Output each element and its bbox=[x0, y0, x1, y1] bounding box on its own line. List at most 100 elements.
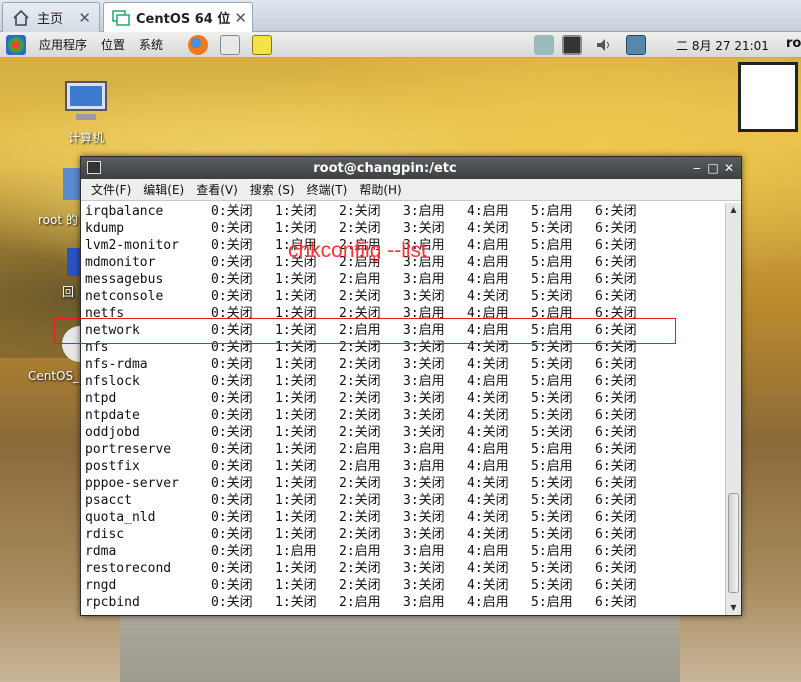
panel-clock[interactable]: 二 8月 27 21:01 bbox=[676, 37, 769, 54]
scroll-up-icon[interactable]: ▲ bbox=[726, 203, 741, 217]
runlevel-4: 4:关闭 bbox=[467, 493, 509, 508]
runlevel-4: 4:启用 bbox=[467, 595, 509, 610]
firefox-icon[interactable] bbox=[188, 34, 209, 55]
runlevel-0: 0:关闭 bbox=[211, 442, 253, 457]
runlevel-6: 6:关闭 bbox=[595, 510, 637, 525]
terminal-row: pppoe-server 0:关闭 1:关闭 2:关闭 3:关闭 4:关闭 5:关闭 6:关闭 bbox=[85, 475, 725, 492]
runlevel-2: 2:关闭 bbox=[339, 510, 381, 525]
runlevel-0: 0:关闭 bbox=[211, 527, 253, 542]
runlevel-3: 3:关闭 bbox=[403, 578, 445, 593]
service-name: psacct bbox=[85, 493, 132, 508]
runlevel-0: 0:关闭 bbox=[211, 578, 253, 593]
tab-vm-label: CentOS 64 位 bbox=[136, 12, 231, 27]
runlevel-5: 5:关闭 bbox=[531, 221, 573, 236]
runlevel-6: 6:关闭 bbox=[595, 425, 637, 440]
scrollbar-thumb[interactable] bbox=[728, 493, 739, 593]
close-icon[interactable]: ✕ bbox=[234, 9, 247, 27]
applications-menu-icon[interactable] bbox=[6, 34, 26, 55]
runlevel-2: 2:启用 bbox=[339, 595, 381, 610]
menu-terminal[interactable]: 终端(T) bbox=[301, 181, 354, 198]
runlevel-1: 1:关闭 bbox=[275, 493, 317, 508]
volume-icon[interactable] bbox=[594, 35, 614, 55]
runlevel-5: 5:启用 bbox=[531, 272, 573, 287]
runlevel-5: 5:关闭 bbox=[531, 510, 573, 525]
tab-centos-vm[interactable]: CentOS 64 位 ✕ bbox=[103, 2, 253, 32]
menu-edit[interactable]: 编辑(E) bbox=[137, 181, 190, 198]
terminal-row: irqbalance 0:关闭 1:关闭 2:关闭 3:启用 4:启用 5:启用 6:关闭 bbox=[85, 203, 725, 220]
notes-icon[interactable] bbox=[252, 34, 273, 55]
runlevel-1: 1:关闭 bbox=[275, 374, 317, 389]
scroll-down-icon[interactable]: ▼ bbox=[726, 601, 741, 615]
terminal-menubar: 文件(F) 编辑(E) 查看(V) 搜索 (S) 终端(T) 帮助(H) bbox=[81, 179, 741, 201]
terminal-row: portreserve 0:关闭 1:关闭 2:启用 3:启用 4:启用 5:启用 6:关闭 bbox=[85, 441, 725, 458]
runlevel-4: 4:关闭 bbox=[467, 425, 509, 440]
runlevel-6: 6:关闭 bbox=[595, 255, 637, 270]
desktop-icon-computer[interactable]: 计算机 bbox=[58, 80, 114, 146]
runlevel-6: 6:关闭 bbox=[595, 221, 637, 236]
network-status-icon[interactable] bbox=[626, 35, 646, 55]
menu-places[interactable]: 位置 bbox=[94, 36, 132, 53]
runlevel-1: 1:关闭 bbox=[275, 510, 317, 525]
panel-user[interactable]: ro bbox=[786, 36, 801, 51]
runlevel-5: 5:关闭 bbox=[531, 527, 573, 542]
menu-search[interactable]: 搜索 (S) bbox=[244, 181, 301, 198]
runlevel-0: 0:关闭 bbox=[211, 272, 253, 287]
runlevel-0: 0:关闭 bbox=[211, 221, 253, 236]
runlevel-4: 4:启用 bbox=[467, 238, 509, 253]
menu-file[interactable]: 文件(F) bbox=[85, 181, 137, 198]
runlevel-0: 0:关闭 bbox=[211, 374, 253, 389]
menu-system[interactable]: 系统 bbox=[132, 36, 170, 53]
close-icon[interactable]: ✕ bbox=[78, 9, 91, 27]
runlevel-0: 0:关闭 bbox=[211, 255, 253, 270]
runlevel-4: 4:启用 bbox=[467, 459, 509, 474]
menu-help[interactable]: 帮助(H) bbox=[353, 181, 407, 198]
terminal-scrollbar[interactable]: ▲ ▼ bbox=[725, 203, 741, 615]
terminal-output[interactable]: irqbalance 0:关闭 1:关闭 2:关闭 3:启用 4:启用 5:启用 6:关闭 kd… bbox=[81, 203, 725, 615]
runlevel-1: 1:关闭 bbox=[275, 221, 317, 236]
menu-applications[interactable]: 应用程序 bbox=[32, 36, 94, 53]
runlevel-6: 6:关闭 bbox=[595, 238, 637, 253]
close-button[interactable]: ✕ bbox=[721, 161, 737, 175]
desktop-icon-home[interactable]: root 的 bbox=[38, 164, 84, 228]
service-name: messagebus bbox=[85, 272, 164, 287]
service-name: nfs-rdma bbox=[85, 357, 148, 372]
service-name: irqbalance bbox=[85, 204, 164, 219]
tab-home[interactable]: 主页 ✕ bbox=[2, 2, 100, 32]
runlevel-6: 6:关闭 bbox=[595, 272, 637, 287]
runlevel-0: 0:关闭 bbox=[211, 476, 253, 491]
mail-icon[interactable] bbox=[220, 34, 241, 55]
menu-view[interactable]: 查看(V) bbox=[190, 181, 244, 198]
top-panel: 应用程序 位置 系统 二 8月 27 21:01 ro bbox=[0, 32, 801, 58]
service-name: kdump bbox=[85, 221, 125, 236]
vm-icon bbox=[112, 9, 130, 27]
runlevel-3: 3:关闭 bbox=[403, 425, 445, 440]
service-name: portreserve bbox=[85, 442, 172, 457]
runlevel-6: 6:关闭 bbox=[595, 204, 637, 219]
display-icon[interactable] bbox=[562, 35, 582, 55]
service-name: oddjobd bbox=[85, 425, 140, 440]
runlevel-5: 5:启用 bbox=[531, 255, 573, 270]
runlevel-5: 5:启用 bbox=[531, 204, 573, 219]
runlevel-6: 6:关闭 bbox=[595, 459, 637, 474]
runlevel-2: 2:关闭 bbox=[339, 374, 381, 389]
network-icon[interactable] bbox=[534, 35, 554, 55]
runlevel-0: 0:关闭 bbox=[211, 425, 253, 440]
runlevel-2: 2:关闭 bbox=[339, 578, 381, 593]
terminal-titlebar[interactable]: root@changpin:/etc ‒ □ ✕ bbox=[81, 157, 741, 179]
tab-home-label: 主页 bbox=[37, 12, 64, 27]
runlevel-4: 4:启用 bbox=[467, 255, 509, 270]
minimize-button[interactable]: ‒ bbox=[689, 161, 705, 175]
runlevel-0: 0:关闭 bbox=[211, 357, 253, 372]
runlevel-2: 2:启用 bbox=[339, 459, 381, 474]
terminal-row: psacct 0:关闭 1:关闭 2:关闭 3:关闭 4:关闭 5:关闭 6:关闭 bbox=[85, 492, 725, 509]
runlevel-4: 4:关闭 bbox=[467, 357, 509, 372]
runlevel-1: 1:关闭 bbox=[275, 442, 317, 457]
runlevel-2: 2:启用 bbox=[339, 442, 381, 457]
runlevel-6: 6:关闭 bbox=[595, 289, 637, 304]
runlevel-1: 1:关闭 bbox=[275, 408, 317, 423]
maximize-button[interactable]: □ bbox=[705, 161, 721, 175]
home-folder-icon bbox=[63, 168, 81, 200]
runlevel-3: 3:关闭 bbox=[403, 476, 445, 491]
annotation-highlight-box bbox=[54, 318, 676, 344]
terminal-window[interactable]: root@changpin:/etc ‒ □ ✕ 文件(F) 编辑(E) 查看(… bbox=[80, 156, 742, 616]
